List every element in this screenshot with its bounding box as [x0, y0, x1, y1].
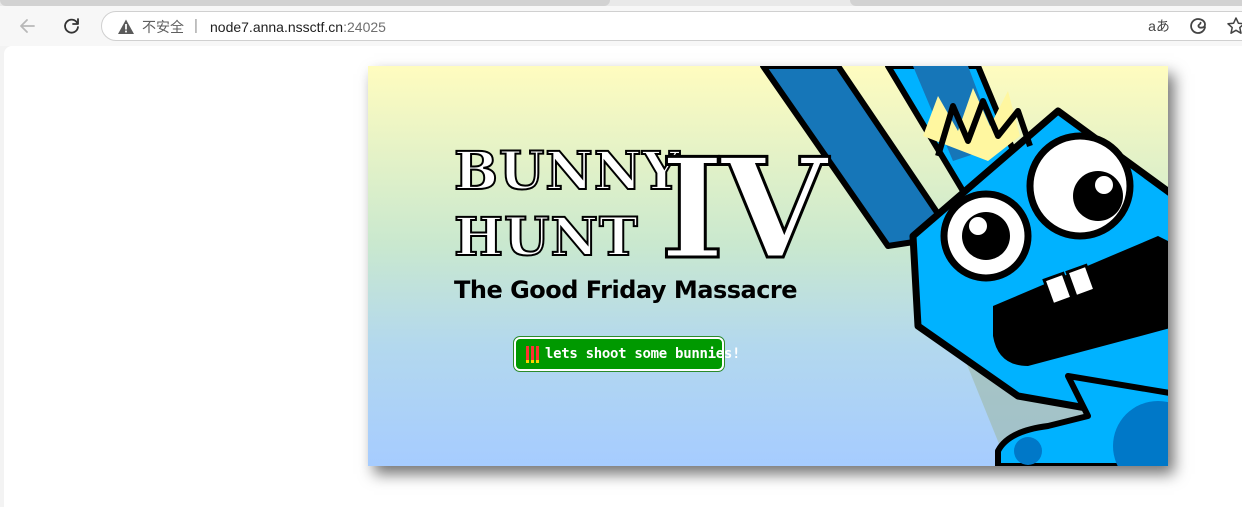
back-button[interactable]: [12, 10, 44, 42]
url-port: :24025: [343, 19, 386, 35]
read-aloud-icon[interactable]: aあ: [1144, 11, 1174, 41]
back-arrow-icon: [20, 19, 35, 33]
browser-toolbar: 不安全 | node7.anna.nssctf.cn:24025 aあ: [0, 6, 1242, 46]
game-subtitle: The Good Friday Massacre: [454, 276, 798, 304]
reload-icon: [64, 18, 79, 34]
warning-icon[interactable]: [117, 18, 135, 36]
title-numeral: IV: [659, 127, 830, 290]
edge-copilot-icon[interactable]: [1183, 11, 1213, 41]
start-game-button[interactable]: lets shoot some bunnies!: [513, 336, 740, 372]
address-bar[interactable]: 不安全 | node7.anna.nssctf.cn:24025: [101, 11, 1242, 41]
game-canvas[interactable]: BUNNY HUNT IV The Good Friday Massacre l…: [368, 66, 1168, 466]
url-host: node7.anna.nssctf.cn: [210, 19, 344, 35]
url-text[interactable]: node7.anna.nssctf.cn:24025: [210, 18, 386, 36]
favorite-star-icon[interactable]: [1221, 11, 1242, 41]
reload-button[interactable]: [56, 10, 88, 42]
start-game-label: lets shoot some bunnies!: [545, 346, 741, 362]
ammo-icon: [526, 345, 539, 363]
address-separator: |: [194, 17, 198, 34]
title-line-1: BUNNY: [453, 141, 681, 202]
title-line-2: HUNT: [453, 207, 639, 268]
security-status-label[interactable]: 不安全: [142, 18, 184, 36]
